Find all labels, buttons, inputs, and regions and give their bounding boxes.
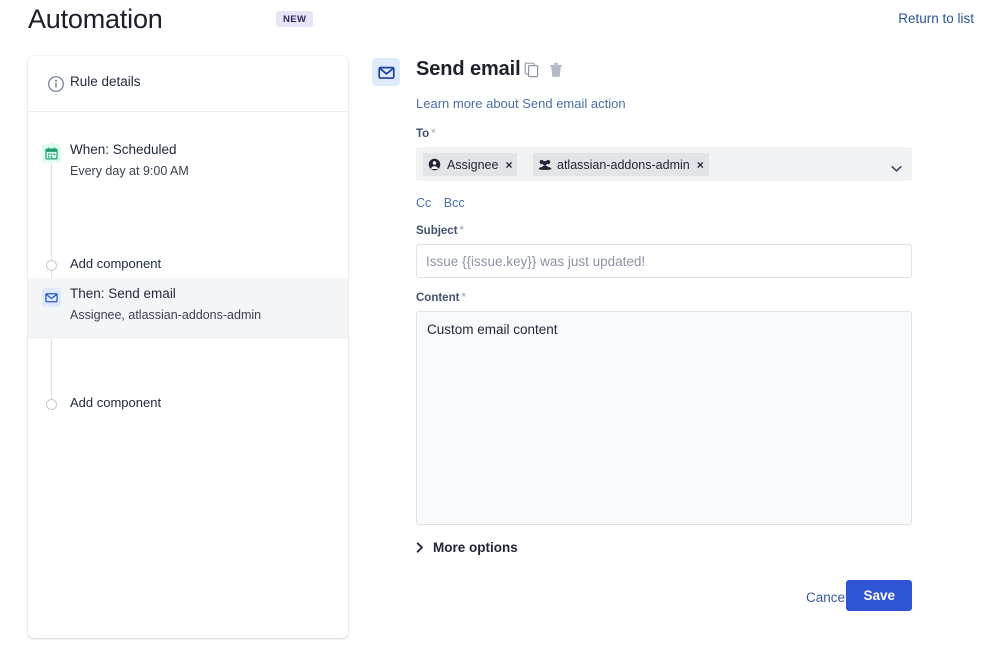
chevron-right-icon <box>416 542 424 553</box>
add-component-label: Add component <box>70 395 162 410</box>
add-node-circle-icon <box>46 399 57 410</box>
tree-node-title: Then: Send email <box>70 286 176 301</box>
add-component-button-1[interactable]: Add component <box>28 254 348 280</box>
chip-label: Assignee <box>447 157 499 172</box>
info-icon <box>47 75 65 93</box>
learn-more-link[interactable]: Learn more about Send email action <box>416 96 626 111</box>
bcc-link[interactable]: Bcc <box>444 196 465 210</box>
cc-link[interactable]: Cc <box>416 196 431 210</box>
content-textarea[interactable] <box>416 311 912 525</box>
chevron-down-icon[interactable] <box>891 160 902 178</box>
more-options-label: More options <box>433 540 518 555</box>
content-required-mark: * <box>461 292 466 304</box>
chip-remove-button[interactable]: × <box>505 159 512 171</box>
rule-details-label: Rule details <box>70 74 141 89</box>
add-node-circle-icon <box>46 260 57 271</box>
tree-node-then-send-email[interactable]: Then: Send email Assignee, atlassian-add… <box>28 278 348 339</box>
sidebar-divider <box>28 111 348 112</box>
automation-page: Automation NEW Return to list Rule detai… <box>0 0 998 665</box>
tree-node-subtitle: Every day at 9:00 AM <box>70 164 189 178</box>
new-badge: NEW <box>276 11 314 27</box>
panel-title: Send email <box>416 58 521 80</box>
page-header: Automation NEW Return to list <box>0 0 998 44</box>
rule-tree-panel: Rule details When: Scheduled Every day a… <box>28 56 348 638</box>
return-to-list-link[interactable]: Return to list <box>898 11 974 26</box>
cancel-button[interactable]: Cancel <box>804 586 850 609</box>
save-button[interactable]: Save <box>846 580 912 611</box>
more-options-toggle[interactable]: More options <box>416 540 518 555</box>
content-label-text: Content <box>416 292 460 304</box>
calendar-icon <box>42 144 61 163</box>
subject-required-mark: * <box>459 225 465 237</box>
page-title: Automation <box>28 4 163 34</box>
chip-remove-button[interactable]: × <box>697 159 704 171</box>
tree-node-title: When: Scheduled <box>70 142 177 157</box>
chip-label: atlassian-addons-admin <box>557 157 690 172</box>
to-recipients-field[interactable]: Assignee × atlassian-addons-admin × <box>416 147 912 181</box>
tree-node-when-scheduled[interactable]: When: Scheduled Every day at 9:00 AM <box>28 134 348 196</box>
envelope-icon <box>372 58 400 86</box>
trash-icon[interactable] <box>548 62 564 83</box>
to-label-text: To <box>416 128 430 140</box>
envelope-icon <box>42 288 61 307</box>
to-required-mark: * <box>431 128 436 140</box>
subject-field-label: Subject * <box>416 225 464 237</box>
subject-input[interactable] <box>416 244 912 278</box>
copy-icon[interactable] <box>524 62 540 83</box>
group-icon <box>537 157 552 172</box>
person-avatar-icon <box>427 157 442 172</box>
cc-bcc-row: Cc Bcc <box>416 194 473 212</box>
add-component-label: Add component <box>70 256 162 271</box>
add-component-button-2[interactable]: Add component <box>28 393 348 419</box>
tree-node-subtitle: Assignee, atlassian-addons-admin <box>70 308 262 322</box>
recipient-chip-atlassian-addons-admin[interactable]: atlassian-addons-admin × <box>533 153 709 176</box>
subject-label-text: Subject <box>416 225 458 237</box>
to-field-label: To * <box>416 128 436 140</box>
content-field-label: Content * <box>416 292 466 304</box>
form-footer-actions: Cancel Save <box>416 580 912 614</box>
sidebar-item-rule-details[interactable]: Rule details <box>28 56 348 111</box>
recipient-chip-assignee[interactable]: Assignee × <box>423 153 518 176</box>
